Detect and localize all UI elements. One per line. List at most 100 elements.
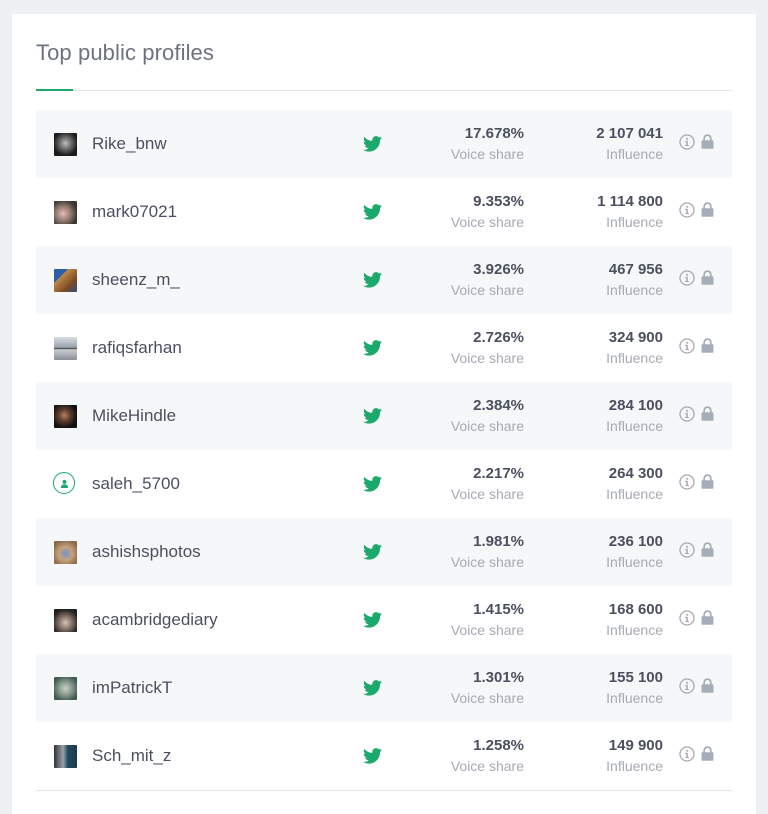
influence-label: Influence bbox=[606, 486, 663, 502]
info-icon[interactable] bbox=[679, 542, 695, 558]
lock-icon[interactable] bbox=[701, 202, 714, 217]
influence: 1 114 800 Influence bbox=[597, 192, 663, 232]
twitter-icon bbox=[363, 476, 382, 492]
lock-icon[interactable] bbox=[701, 678, 714, 693]
voice-share: 3.926% Voice share bbox=[451, 260, 524, 300]
widget-title: Top public profiles bbox=[36, 40, 214, 65]
user-icon bbox=[60, 479, 68, 488]
influence-label: Influence bbox=[606, 214, 663, 230]
voice-share: 17.678% Voice share bbox=[451, 124, 524, 164]
influence-label: Influence bbox=[606, 418, 663, 434]
profile-name[interactable]: sheenz_m_ bbox=[92, 270, 180, 290]
influence: 284 100 Influence bbox=[606, 396, 663, 436]
profile-row[interactable]: acambridgediary 1.415% Voice share 168 6… bbox=[36, 586, 732, 654]
info-icon[interactable] bbox=[679, 338, 695, 354]
voice-share-value: 2.217% bbox=[473, 465, 524, 482]
voice-share-label: Voice share bbox=[450, 622, 524, 638]
info-icon[interactable] bbox=[679, 202, 695, 218]
profile-name[interactable]: Sch_mit_z bbox=[92, 746, 171, 766]
influence-value: 1 114 800 bbox=[597, 193, 663, 210]
influence: 236 100 Influence bbox=[606, 532, 663, 572]
lock-icon[interactable] bbox=[701, 746, 714, 761]
avatar[interactable] bbox=[54, 201, 77, 224]
twitter-icon bbox=[363, 408, 382, 424]
twitter-icon bbox=[363, 136, 382, 152]
voice-share-label: Voice share bbox=[450, 690, 524, 706]
info-icon[interactable] bbox=[679, 134, 695, 150]
profile-name[interactable]: imPatrickT bbox=[92, 678, 172, 698]
influence-label: Influence bbox=[606, 146, 663, 162]
info-icon[interactable] bbox=[679, 474, 695, 490]
voice-share-label: Voice share bbox=[450, 282, 524, 298]
info-icon[interactable] bbox=[679, 406, 695, 422]
profile-row[interactable]: rafiqsfarhan 2.726% Voice share 324 900 … bbox=[36, 314, 732, 382]
influence: 155 100 Influence bbox=[606, 668, 663, 708]
lock-icon[interactable] bbox=[701, 542, 714, 557]
avatar[interactable] bbox=[54, 337, 77, 360]
lock-icon[interactable] bbox=[701, 134, 714, 149]
lock-icon[interactable] bbox=[701, 406, 714, 421]
influence-value: 155 100 bbox=[608, 669, 663, 686]
lock-icon[interactable] bbox=[701, 338, 714, 353]
voice-share: 1.981% Voice share bbox=[451, 532, 524, 572]
influence: 264 300 Influence bbox=[606, 464, 663, 504]
profile-name[interactable]: ashishsphotos bbox=[92, 542, 201, 562]
avatar[interactable] bbox=[54, 133, 77, 156]
influence-label: Influence bbox=[606, 350, 663, 366]
voice-share: 2.384% Voice share bbox=[451, 396, 524, 436]
avatar[interactable] bbox=[54, 677, 77, 700]
info-icon[interactable] bbox=[679, 746, 695, 762]
profile-name[interactable]: mark07021 bbox=[92, 202, 177, 222]
profile-row[interactable]: MikeHindle 2.384% Voice share 284 100 In… bbox=[36, 382, 732, 450]
influence: 467 956 Influence bbox=[606, 260, 663, 300]
voice-share: 2.726% Voice share bbox=[451, 328, 524, 368]
voice-share: 1.258% Voice share bbox=[451, 736, 524, 776]
voice-share-value: 2.384% bbox=[473, 397, 524, 414]
twitter-icon bbox=[363, 204, 382, 220]
info-icon[interactable] bbox=[679, 270, 695, 286]
voice-share-value: 1.415% bbox=[473, 601, 524, 618]
influence: 324 900 Influence bbox=[606, 328, 663, 368]
avatar[interactable] bbox=[54, 541, 77, 564]
profile-row[interactable]: Sch_mit_z 1.258% Voice share 149 900 Inf… bbox=[36, 722, 732, 790]
voice-share-value: 1.258% bbox=[473, 737, 524, 754]
profile-name[interactable]: Rike_bnw bbox=[92, 134, 167, 154]
avatar[interactable] bbox=[54, 269, 77, 292]
twitter-icon bbox=[363, 272, 382, 288]
voice-share-value: 9.353% bbox=[473, 193, 524, 210]
profile-row[interactable]: imPatrickT 1.301% Voice share 155 100 In… bbox=[36, 654, 732, 722]
info-icon[interactable] bbox=[679, 610, 695, 626]
default-user-icon[interactable] bbox=[53, 472, 75, 494]
avatar[interactable] bbox=[54, 609, 77, 632]
profile-row[interactable]: ashishsphotos 1.981% Voice share 236 100… bbox=[36, 518, 732, 586]
voice-share-label: Voice share bbox=[450, 350, 524, 366]
influence: 2 107 041 Influence bbox=[596, 124, 663, 164]
influence-label: Influence bbox=[606, 622, 663, 638]
influence-label: Influence bbox=[606, 690, 663, 706]
voice-share-value: 3.926% bbox=[473, 261, 524, 278]
influence-label: Influence bbox=[606, 282, 663, 298]
profile-name[interactable]: acambridgediary bbox=[92, 610, 218, 630]
avatar[interactable] bbox=[54, 405, 77, 428]
profile-row[interactable]: sheenz_m_ 3.926% Voice share 467 956 Inf… bbox=[36, 246, 732, 314]
voice-share-value: 1.301% bbox=[473, 669, 524, 686]
profile-row[interactable]: saleh_5700 2.217% Voice share 264 300 In… bbox=[36, 450, 732, 518]
influence-value: 149 900 bbox=[608, 737, 663, 754]
avatar[interactable] bbox=[54, 745, 77, 768]
bottom-divider bbox=[36, 790, 732, 791]
top-profiles-card: Top public profiles Rike_bnw 17.678% Voi… bbox=[12, 14, 756, 814]
lock-icon[interactable] bbox=[701, 474, 714, 489]
profile-row[interactable]: mark07021 9.353% Voice share 1 114 800 I… bbox=[36, 178, 732, 246]
influence-value: 264 300 bbox=[608, 465, 663, 482]
influence-value: 324 900 bbox=[608, 329, 663, 346]
profile-name[interactable]: rafiqsfarhan bbox=[92, 338, 182, 358]
voice-share-value: 1.981% bbox=[473, 533, 524, 550]
profile-name[interactable]: saleh_5700 bbox=[92, 474, 180, 494]
lock-icon[interactable] bbox=[701, 270, 714, 285]
voice-share: 2.217% Voice share bbox=[451, 464, 524, 504]
info-icon[interactable] bbox=[679, 678, 695, 694]
lock-icon[interactable] bbox=[701, 610, 714, 625]
twitter-icon bbox=[363, 612, 382, 628]
profile-row[interactable]: Rike_bnw 17.678% Voice share 2 107 041 I… bbox=[36, 110, 732, 178]
profile-name[interactable]: MikeHindle bbox=[92, 406, 176, 426]
